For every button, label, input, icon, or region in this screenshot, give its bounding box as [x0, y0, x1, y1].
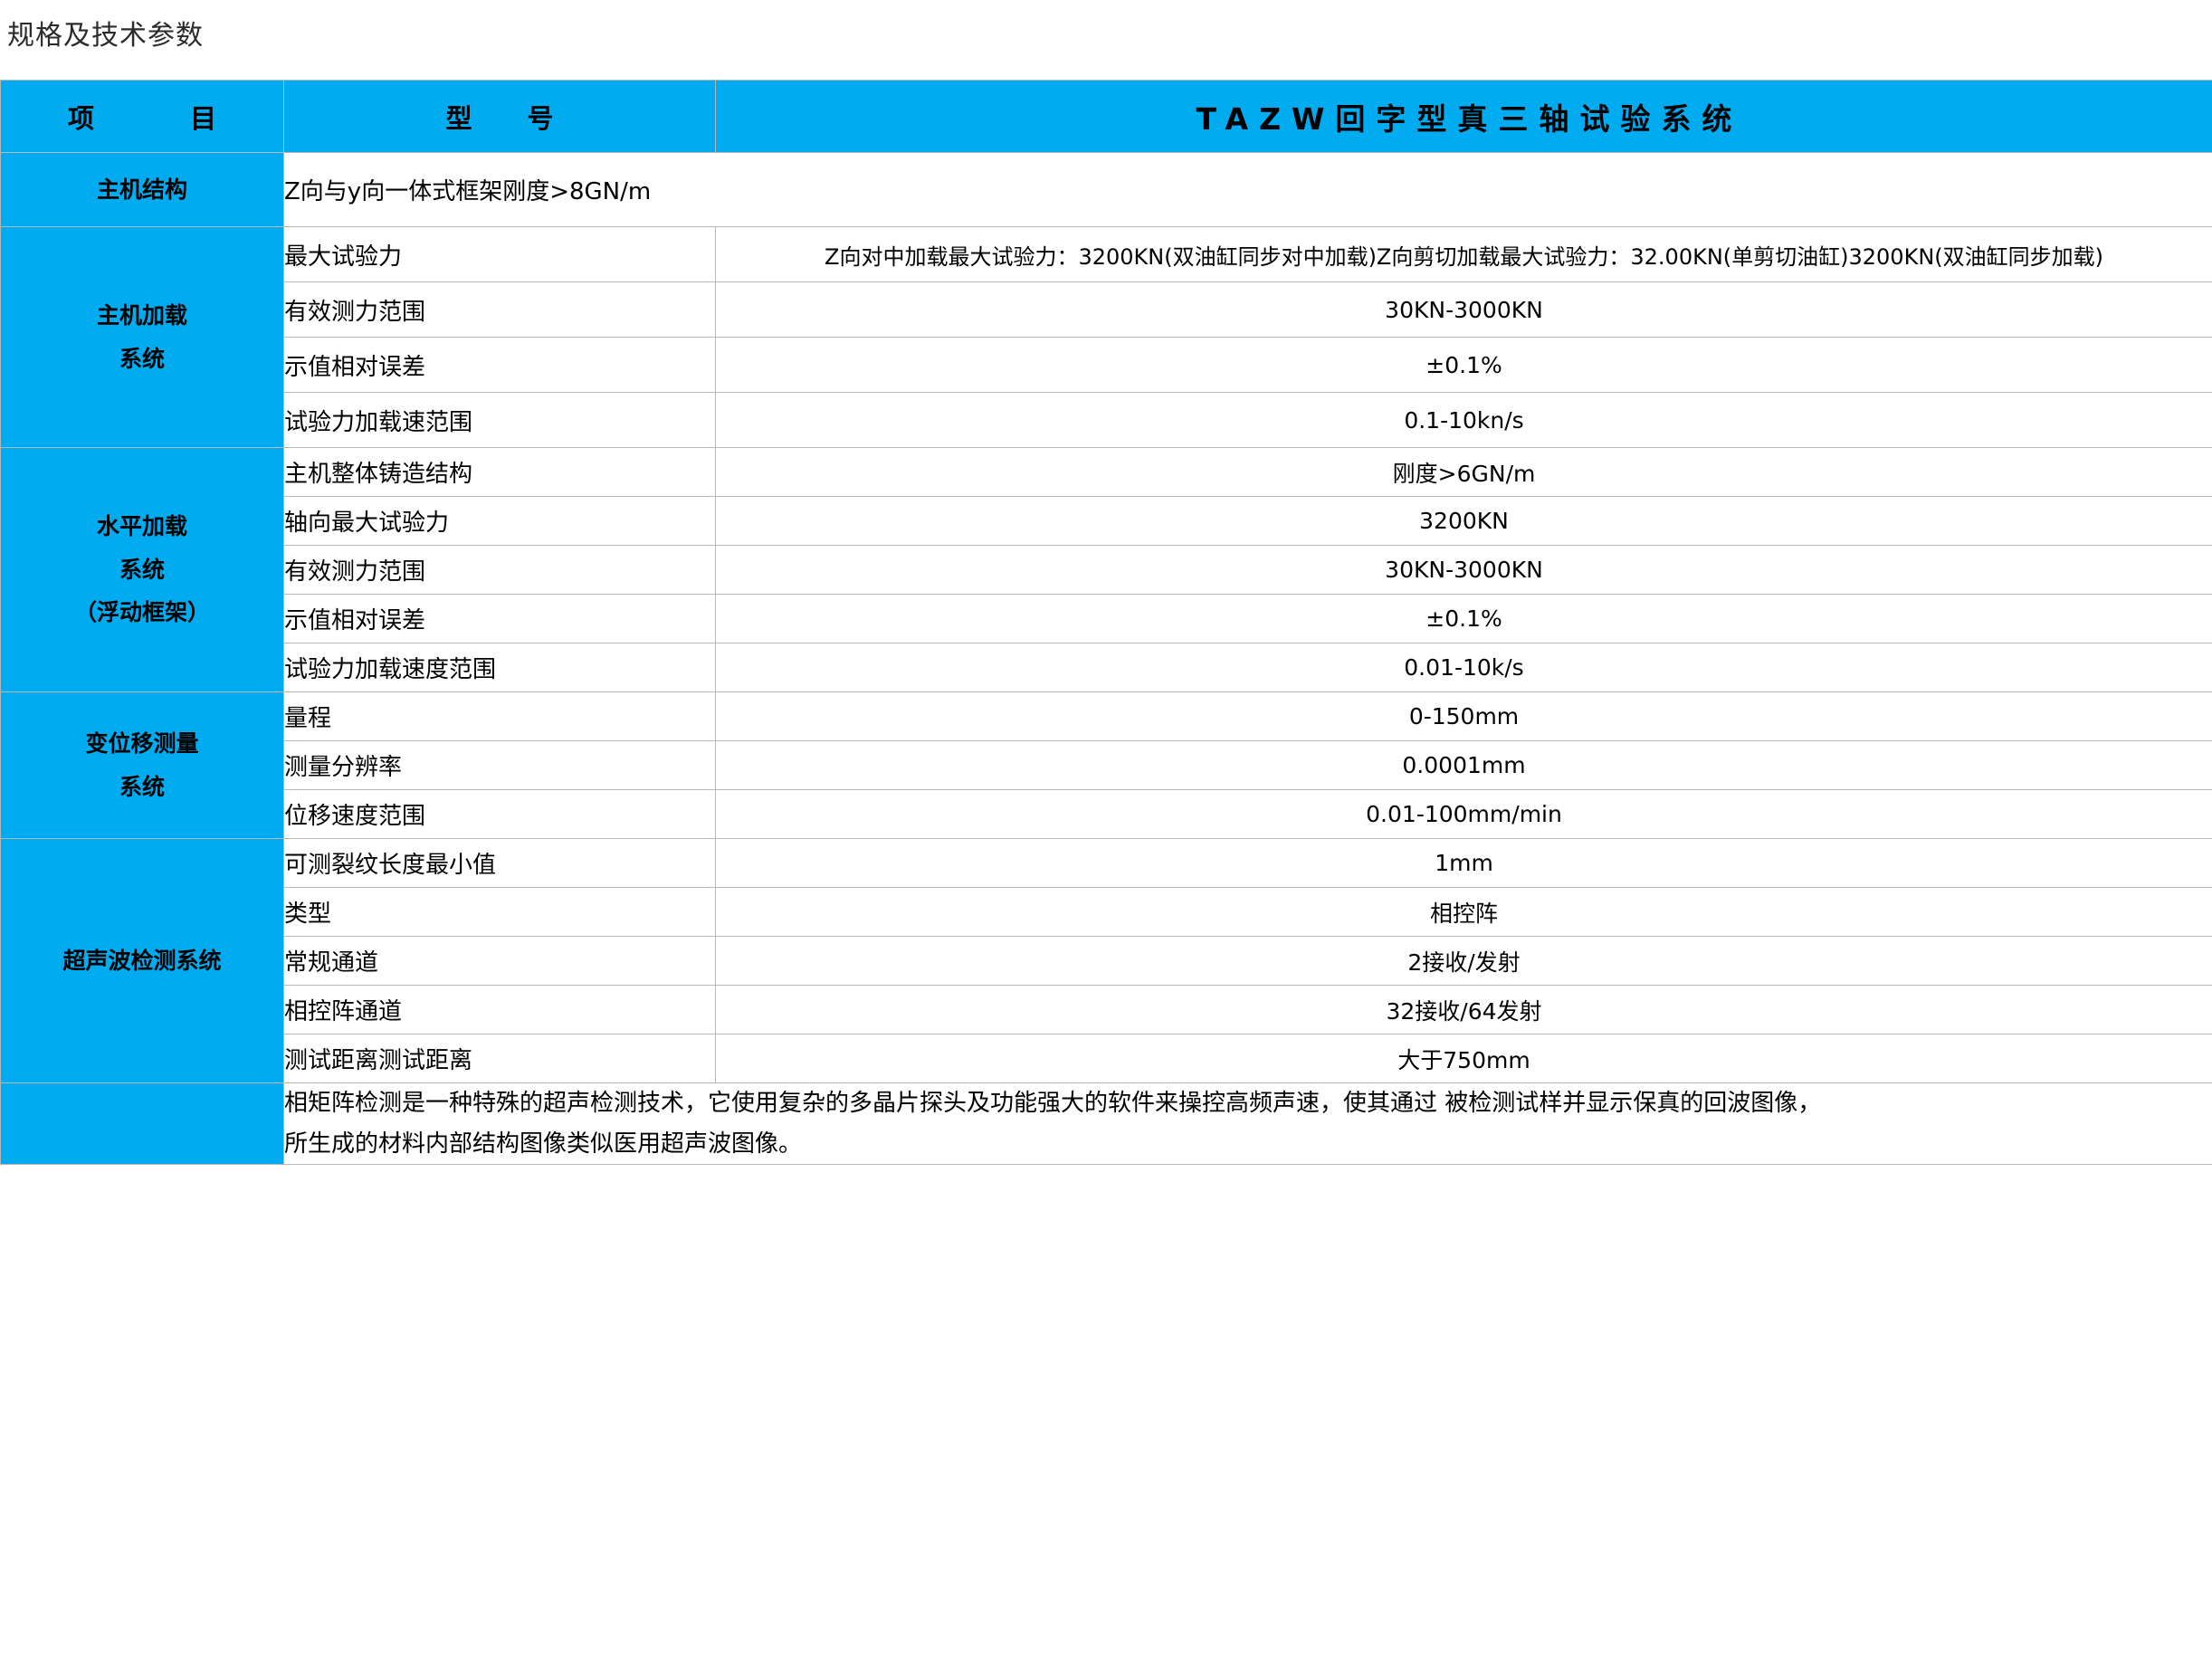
specifications-table: 项 目 型 号 TAZW回字型真三轴试验系统 主机结构 Z向与y向一体式框架刚度… [0, 80, 2212, 1165]
value-cell: 0.01-10k/s [716, 644, 2212, 692]
page-title: 规格及技术参数 [7, 13, 204, 52]
table-row: 常规通道 2接收/发射 [1, 937, 2212, 986]
value-cell: 3200KN [716, 497, 2212, 546]
item-label: 主机整体铸造结构 [284, 448, 716, 497]
table-row: 超声波检测系统 可测裂纹长度最小值 1mm [1, 839, 2212, 888]
value-cell: 相控阵 [716, 888, 2212, 937]
value-cell: 0.01-100mm/min [716, 790, 2212, 839]
value-cell: 0.0001mm [716, 741, 2212, 790]
table-row: 示值相对误差 ±0.1% [1, 338, 2212, 393]
table-row: 试验力加载速范围 0.1-10kn/s [1, 393, 2212, 448]
group-label-horizontal-loading-system: 水平加载 系统 （浮动框架） [1, 448, 284, 692]
table-footer-row: 相矩阵检测是一种特殊的超声检测技术，它使用复杂的多晶片探头及功能强大的软件来操控… [1, 1083, 2212, 1165]
footnote-cell: 相矩阵检测是一种特殊的超声检测技术，它使用复杂的多晶片探头及功能强大的软件来操控… [284, 1083, 2212, 1165]
item-label: 试验力加载速范围 [284, 393, 716, 448]
table-row: 测试距离测试距离 大于750mm [1, 1034, 2212, 1083]
item-label: 类型 [284, 888, 716, 937]
item-label: 有效测力范围 [284, 282, 716, 338]
item-label: 量程 [284, 692, 716, 741]
table-row: 测量分辨率 0.0001mm [1, 741, 2212, 790]
footnote-line-2: 所生成的材料内部结构图像类似医用超声波图像。 [284, 1124, 2212, 1165]
table-row: 主机结构 Z向与y向一体式框架刚度>8GN/m [1, 153, 2212, 227]
value-cell: ±0.1% [716, 338, 2212, 393]
cell-host-structure-spec: Z向与y向一体式框架刚度>8GN/m [284, 153, 2212, 227]
footnote-line-1: 相矩阵检测是一种特殊的超声检测技术，它使用复杂的多晶片探头及功能强大的软件来操控… [284, 1083, 2212, 1124]
item-label: 示值相对误差 [284, 595, 716, 644]
item-label: 示值相对误差 [284, 338, 716, 393]
value-cell: 大于750mm [716, 1034, 2212, 1083]
table-row: 水平加载 系统 （浮动框架） 主机整体铸造结构 刚度>6GN/m [1, 448, 2212, 497]
value-cell: 30KN-3000KN [716, 282, 2212, 338]
table-row: 类型 相控阵 [1, 888, 2212, 937]
value-cell: 2接收/发射 [716, 937, 2212, 986]
item-label: 相控阵通道 [284, 986, 716, 1034]
value-cell: 1mm [716, 839, 2212, 888]
table-row: 变位移测量 系统 量程 0-150mm [1, 692, 2212, 741]
table-row: 有效测力范围 30KN-3000KN [1, 282, 2212, 338]
item-label: 位移速度范围 [284, 790, 716, 839]
item-label: 测试距离测试距离 [284, 1034, 716, 1083]
table-header-row: 项 目 型 号 TAZW回字型真三轴试验系统 [1, 81, 2212, 153]
item-label: 试验力加载速度范围 [284, 644, 716, 692]
item-label: 测量分辨率 [284, 741, 716, 790]
item-label: 最大试验力 [284, 227, 716, 282]
value-cell: Z向对中加载最大试验力：3200KN(双油缸同步对中加载)Z向剪切加载最大试验力… [716, 227, 2212, 282]
header-cell-product-title: TAZW回字型真三轴试验系统 [716, 81, 2212, 153]
table-row: 位移速度范围 0.01-100mm/min [1, 790, 2212, 839]
table-row: 轴向最大试验力 3200KN [1, 497, 2212, 546]
item-label: 常规通道 [284, 937, 716, 986]
value-cell: 0-150mm [716, 692, 2212, 741]
header-cell-model: 型 号 [284, 81, 716, 153]
table-row: 相控阵通道 32接收/64发射 [1, 986, 2212, 1034]
table-row: 示值相对误差 ±0.1% [1, 595, 2212, 644]
group-label-host-loading-system: 主机加载 系统 [1, 227, 284, 448]
table-row: 试验力加载速度范围 0.01-10k/s [1, 644, 2212, 692]
value-cell: 32接收/64发射 [716, 986, 2212, 1034]
value-cell: 30KN-3000KN [716, 546, 2212, 595]
value-cell: 0.1-10kn/s [716, 393, 2212, 448]
group-label-displacement-measurement-system: 变位移测量 系统 [1, 692, 284, 839]
value-cell: ±0.1% [716, 595, 2212, 644]
value-cell: 刚度>6GN/m [716, 448, 2212, 497]
item-label: 轴向最大试验力 [284, 497, 716, 546]
spec-sheet-page: 规格及技术参数 项 目 型 号 TAZW回字型真三轴试验系统 主机结构 Z向与y… [0, 0, 2212, 1659]
item-label: 有效测力范围 [284, 546, 716, 595]
table-row: 主机加载 系统 最大试验力 Z向对中加载最大试验力：3200KN(双油缸同步对中… [1, 227, 2212, 282]
group-label-ultrasonic-detection-system: 超声波检测系统 [1, 839, 284, 1083]
group-label-host-structure: 主机结构 [1, 153, 284, 227]
group-label-footer-spacer [1, 1083, 284, 1165]
item-label: 可测裂纹长度最小值 [284, 839, 716, 888]
header-cell-item: 项 目 [1, 81, 284, 153]
table-row: 有效测力范围 30KN-3000KN [1, 546, 2212, 595]
